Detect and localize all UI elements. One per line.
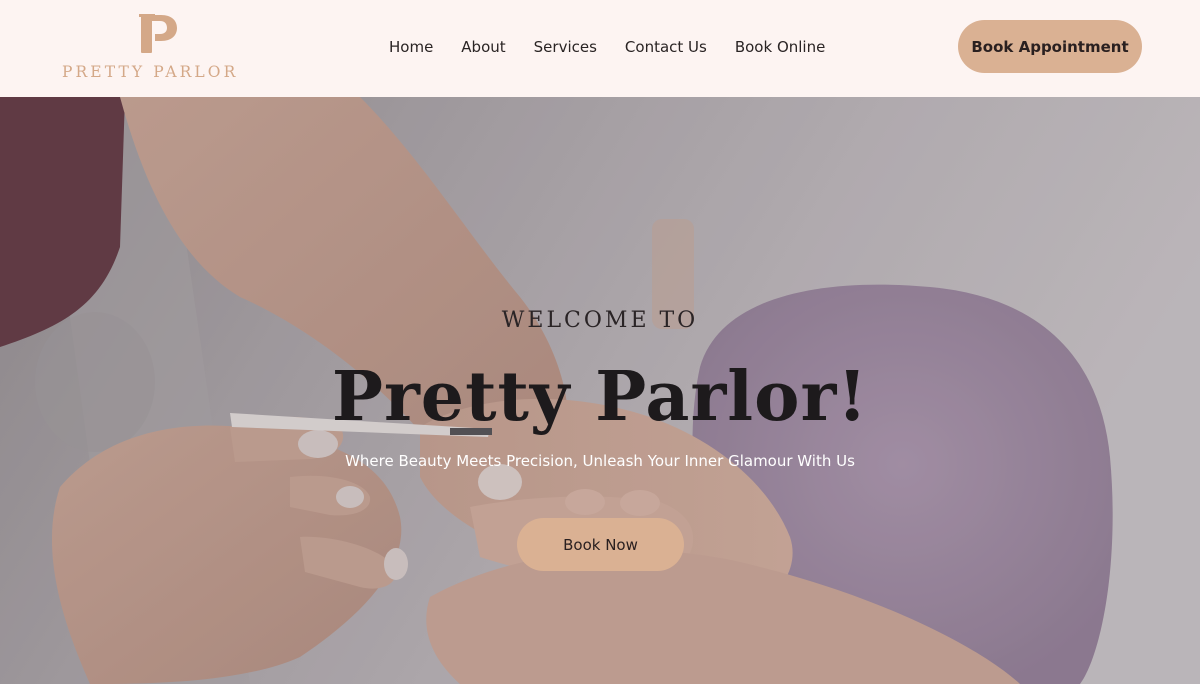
logo-p-mark-icon [139, 14, 177, 53]
hero-section: WELCOME TO Pretty Parlor! Where Beauty M… [0, 97, 1200, 684]
hero-eyebrow: WELCOME TO [501, 308, 699, 333]
nav-home[interactable]: Home [389, 37, 433, 59]
nav-contact-us[interactable]: Contact Us [625, 37, 707, 59]
brand-logo[interactable]: PRETTY PARLOR [62, 12, 248, 82]
book-now-button[interactable]: Book Now [517, 518, 684, 571]
site-header: PRETTY PARLOR Home About Services Contac… [0, 0, 1200, 97]
hero-content: WELCOME TO Pretty Parlor! Where Beauty M… [0, 97, 1200, 684]
nav-book-online[interactable]: Book Online [735, 37, 825, 59]
hero-subtitle: Where Beauty Meets Precision, Unleash Yo… [345, 452, 855, 470]
book-appointment-button[interactable]: Book Appointment [958, 20, 1142, 73]
hero-title: Pretty Parlor! [331, 357, 869, 437]
nav-about[interactable]: About [461, 37, 505, 59]
main-nav: Home About Services Contact Us Book Onli… [389, 37, 825, 59]
nav-services[interactable]: Services [534, 37, 597, 59]
brand-name: PRETTY PARLOR [62, 63, 239, 81]
